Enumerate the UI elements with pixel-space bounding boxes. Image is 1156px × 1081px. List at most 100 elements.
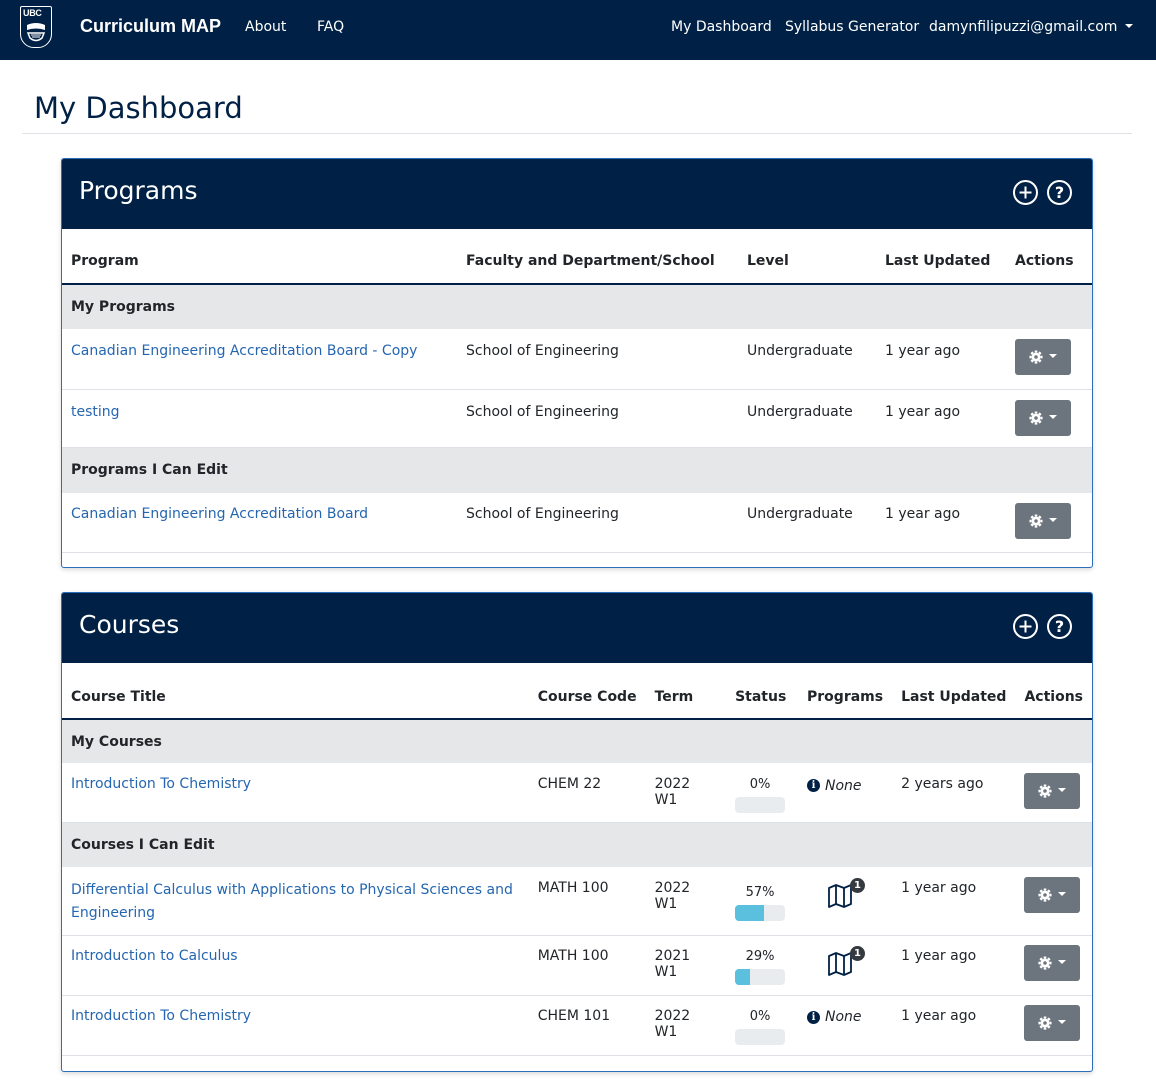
gear-icon [1029,350,1043,364]
col-course-code: Course Code [528,663,646,720]
program-count-badge: 1 [850,878,866,893]
actions-button[interactable] [1024,877,1081,913]
progress-label: 29% [745,948,775,964]
info-icon[interactable]: i [807,1010,821,1024]
gear-icon [1038,888,1053,902]
updated-cell: 1 year ago [892,995,1016,1056]
program-link[interactable]: Canadian Engineering Accreditation Board… [71,343,417,359]
col-program: Program [62,229,457,285]
faculty-cell: School of Engineering [457,493,738,553]
col-status: Status [726,663,799,720]
actions-button[interactable] [1015,503,1071,539]
course-link[interactable]: Differential Calculus with Applications … [71,882,513,921]
programs-card-header: Programs ? [62,159,1092,229]
term-cell: 2021 W1 [645,935,727,996]
actions-button[interactable] [1015,399,1071,436]
table-header-row: Program Faculty and Department/School Le… [62,229,1092,285]
table-header-row: Course Title Course Code Term Status Pro… [62,663,1092,720]
programs-table: Program Faculty and Department/School Le… [62,229,1092,553]
programs-card: Programs ? Program Faculty and Departmen… [61,158,1093,568]
chevron-down-icon [1049,414,1057,419]
chevron-down-icon [1058,959,1067,964]
table-row: Canadian Engineering Accreditation Board… [62,493,1092,553]
program-link[interactable]: testing [71,404,120,420]
ubc-logo[interactable]: UBC [20,6,52,48]
actions-button[interactable] [1024,1004,1081,1041]
crest-icon [26,23,46,42]
actions-button[interactable] [1024,944,1081,981]
user-menu[interactable]: damynfilipuzzi@gmail.com [929,19,1134,35]
col-programs: Programs [798,663,893,720]
programs-title: Programs [79,176,198,205]
group-label: My Courses [62,719,1092,763]
svg-text:?: ? [1055,617,1064,636]
faculty-cell: School of Engineering [457,389,738,448]
status-progress: 0% [735,777,786,813]
course-link[interactable]: Introduction To Chemistry [71,1008,251,1024]
col-term: Term [645,663,727,720]
svg-text:?: ? [1055,183,1064,202]
col-actions: Actions [1006,229,1092,285]
nav-syllabus-generator[interactable]: Syllabus Generator [785,19,919,35]
term-cell: 2022 W1 [645,867,727,936]
course-code-cell: CHEM 101 [528,995,646,1056]
plus-circle-icon[interactable] [1012,179,1039,206]
question-circle-icon[interactable]: ? [1046,613,1073,640]
question-circle-icon[interactable]: ? [1046,179,1073,206]
program-map-link[interactable]: 1 [827,945,866,981]
progress-label: 0% [749,1008,771,1024]
program-map-link[interactable]: 1 [827,878,866,913]
course-link[interactable]: Introduction to Calculus [71,948,238,964]
table-row: Introduction To Chemistry CHEM 101 2022 … [62,995,1092,1056]
programs-none-label: None [825,777,862,794]
info-icon[interactable]: i [807,779,821,792]
progress-bar [735,797,786,813]
map-icon [828,884,852,908]
gear-icon [1038,1015,1053,1030]
status-progress: 29% [735,948,786,985]
gear-icon [1038,784,1053,798]
nav-my-dashboard[interactable]: My Dashboard [671,19,772,35]
actions-button[interactable] [1024,773,1081,809]
col-course-title: Course Title [62,663,529,720]
nav-about[interactable]: About [245,19,286,35]
level-cell: Undergraduate [738,389,876,448]
courses-card: Courses ? Course Title Course Code Term … [61,592,1093,1072]
plus-circle-icon[interactable] [1012,613,1039,640]
actions-button[interactable] [1015,339,1071,375]
table-row: Introduction To Chemistry CHEM 22 2022 W… [62,763,1092,823]
course-code-cell: MATH 100 [528,935,646,996]
group-row: Programs I Can Edit [62,447,1092,493]
user-email: damynfilipuzzi@gmail.com [929,19,1118,35]
course-code-cell: MATH 100 [528,867,646,936]
logo-text: UBC [23,8,42,18]
term-cell: 2022 W1 [645,763,727,823]
course-link[interactable]: Introduction To Chemistry [71,776,251,792]
nav-faq[interactable]: FAQ [317,19,344,35]
group-row: Courses I Can Edit [62,822,1092,867]
table-row: Canadian Engineering Accreditation Board… [62,329,1092,390]
progress-bar [735,968,786,985]
table-row: Differential Calculus with Applications … [62,867,1092,936]
gear-icon [1029,514,1043,528]
table-row: Introduction to Calculus MATH 100 2021 W… [62,935,1092,996]
col-last-updated: Last Updated [892,663,1016,720]
col-actions: Actions [1015,663,1092,720]
group-label: Courses I Can Edit [62,822,1092,867]
table-row: testing School of Engineering Undergradu… [62,389,1092,448]
updated-cell: 1 year ago [876,493,1006,553]
program-link[interactable]: Canadian Engineering Accreditation Board [71,506,368,522]
chevron-down-icon [1125,24,1134,28]
group-row: My Courses [62,719,1092,763]
group-row: My Programs [62,284,1092,329]
progress-label: 0% [749,777,771,792]
progress-bar [735,905,786,921]
programs-none: i None [807,1009,862,1025]
chevron-down-icon [1049,354,1057,358]
group-label: My Programs [62,284,1092,329]
course-code-cell: CHEM 22 [528,763,646,823]
brand-title[interactable]: Curriculum MAP [80,16,221,37]
group-label: Programs I Can Edit [62,447,1092,493]
progress-fill [735,968,750,985]
gear-icon [1029,410,1043,425]
